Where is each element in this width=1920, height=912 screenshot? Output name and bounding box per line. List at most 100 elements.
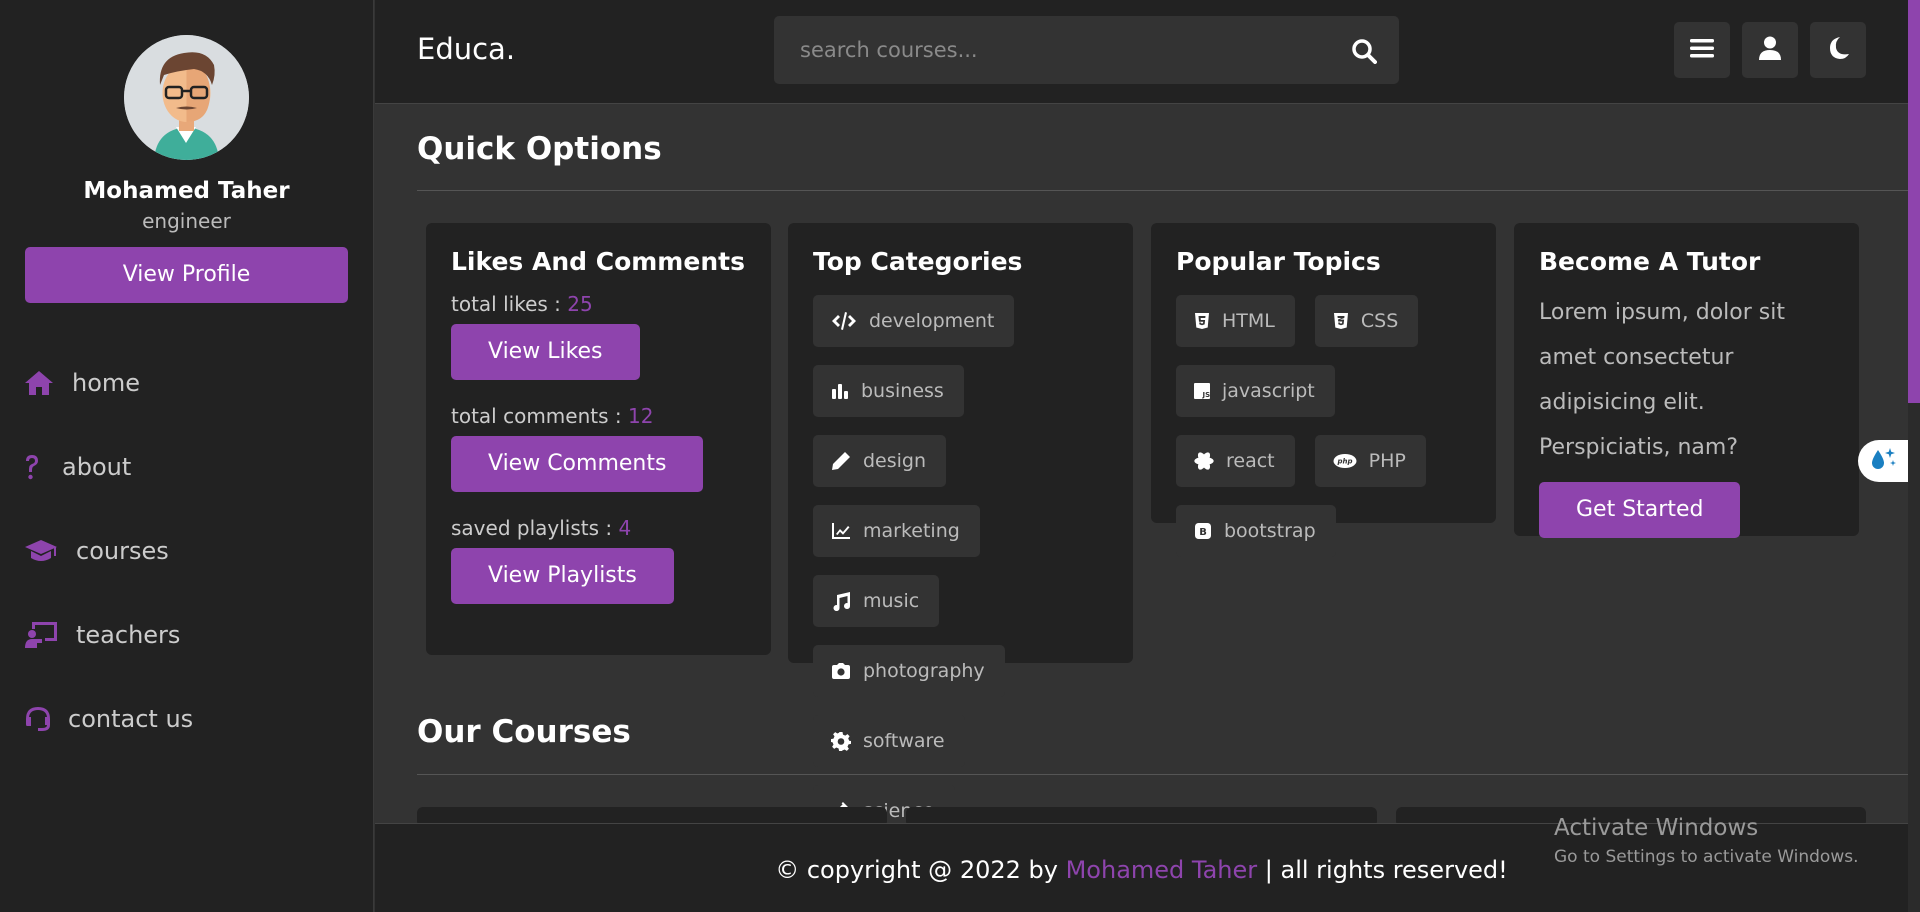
html5-icon [1195,313,1209,329]
graduation-cap-icon [24,536,60,566]
copyright-prefix: © copyright @ 2022 by [775,856,1066,884]
tag-photography[interactable]: photography [813,645,1005,697]
tag-business[interactable]: business [813,365,964,417]
main-content: Quick Options Likes And Comments total l… [375,105,1908,823]
stat-label: total comments : [451,404,628,428]
theme-toggle-button[interactable] [1810,22,1866,78]
cog-icon [831,732,851,751]
stat-label: saved playlists : [451,516,619,540]
category-tags: development business design marketing mu… [813,295,1108,823]
watermark-title: Activate Windows [1554,815,1759,841]
view-profile-button[interactable]: View Profile [25,247,348,303]
popular-topics-card: Popular Topics HTML CSS JS javascript re… [1151,223,1496,557]
chart-line-icon [832,523,850,539]
floating-extension-button[interactable] [1858,440,1908,482]
likes-comments-card: Likes And Comments total likes : 25 View… [426,223,771,655]
tag-css[interactable]: CSS [1314,295,1419,347]
card-title: Likes And Comments [451,247,745,276]
view-playlists-button[interactable]: View Playlists [451,548,674,604]
become-tutor-card: Become A Tutor Lorem ipsum, dolor sit am… [1514,223,1859,538]
menu-button[interactable] [1674,22,1730,78]
avatar-illustration [124,35,249,160]
chart-bar-icon [832,384,848,399]
tag-label: javascript [1222,380,1315,402]
sidebar-item-label: teachers [76,621,181,649]
php-icon: php [1333,454,1357,468]
tag-music[interactable]: music [813,575,940,627]
tag-label: marketing [863,520,960,542]
home-icon [24,368,58,398]
get-started-button[interactable]: Get Started [1539,482,1741,538]
sidebar-nav: home about courses teachers contact us [0,341,373,761]
tag-label: photography [863,660,985,682]
tag-label: CSS [1360,310,1399,332]
topic-tags: HTML CSS JS javascript react php PHP B b… [1176,295,1471,557]
tag-software[interactable]: software [813,715,965,767]
top-categories-card: Top Categories development business desi… [788,223,1133,823]
tag-label: software [863,730,945,752]
watermark-subtitle: Go to Settings to activate Windows. [1554,847,1859,867]
svg-text:php: php [1336,458,1352,466]
js-icon: JS [1194,383,1210,399]
css3-icon [1333,313,1348,329]
sidebar-item-contact[interactable]: contact us [0,677,373,761]
sidebar-item-home[interactable]: home [0,341,373,425]
logo[interactable]: Educa. [417,32,515,66]
code-icon [832,312,856,330]
bootstrap-icon: B [1195,523,1211,539]
tag-html[interactable]: HTML [1176,295,1295,347]
profile-section: Mohamed Taher engineer View Profile [0,0,373,303]
tag-development[interactable]: development [813,295,1015,347]
search-bar [774,16,1399,84]
total-comments-stat: total comments : 12 [451,404,746,428]
search-input[interactable] [800,16,1320,84]
activate-windows-watermark: Activate Windows Go to Settings to activ… [1554,815,1859,867]
sidebar-item-label: about [62,453,132,481]
tag-label: PHP [1368,450,1406,472]
sidebar-item-teachers[interactable]: teachers [0,593,373,677]
top-header: Educa. [375,0,1920,104]
comments-count: 12 [627,404,654,428]
author-link[interactable]: Mohamed Taher [1066,856,1258,884]
tag-react[interactable]: react [1176,435,1295,487]
tag-design[interactable]: design [813,435,947,487]
saved-playlists-stat: saved playlists : 4 [451,516,746,540]
course-card[interactable] [906,807,1377,823]
tag-php[interactable]: php PHP [1314,435,1426,487]
course-card[interactable] [417,807,887,823]
tag-marketing[interactable]: marketing [813,505,980,557]
search-icon[interactable] [1351,38,1377,64]
card-title: Popular Topics [1176,247,1381,276]
tag-javascript[interactable]: JS javascript [1176,365,1335,417]
chalkboard-teacher-icon [24,620,60,650]
card-title: Become A Tutor [1539,247,1761,276]
music-icon [833,592,851,611]
pen-icon [832,452,850,470]
svg-text:JS: JS [1202,391,1211,399]
view-comments-button[interactable]: View Comments [451,436,704,492]
svg-text:B: B [1199,527,1207,538]
sidebar-item-about[interactable]: about [0,425,373,509]
headset-icon [24,704,54,734]
view-likes-button[interactable]: View Likes [451,324,640,380]
sidebar: Mohamed Taher engineer View Profile home… [0,0,374,912]
react-icon [1194,452,1214,470]
divider [417,774,1908,775]
moon-icon [1826,36,1850,64]
total-likes-stat: total likes : 25 [451,292,746,316]
tag-label: design [863,450,927,472]
question-icon [24,452,48,482]
scrollbar-thumb[interactable] [1908,0,1920,403]
tag-label: development [869,310,995,332]
user-button[interactable] [1742,22,1798,78]
tutor-description: Lorem ipsum, dolor sit amet consectetur … [1539,300,1785,460]
scrollbar-track[interactable] [1908,0,1920,912]
tag-bootstrap[interactable]: B bootstrap [1176,505,1336,557]
sidebar-item-courses[interactable]: courses [0,509,373,593]
our-courses-title: Our Courses [417,714,631,750]
quick-options-title: Quick Options [417,131,662,167]
likes-count: 25 [567,292,593,316]
camera-icon [832,663,850,679]
user-icon [1759,36,1781,64]
tag-label: react [1226,450,1275,472]
